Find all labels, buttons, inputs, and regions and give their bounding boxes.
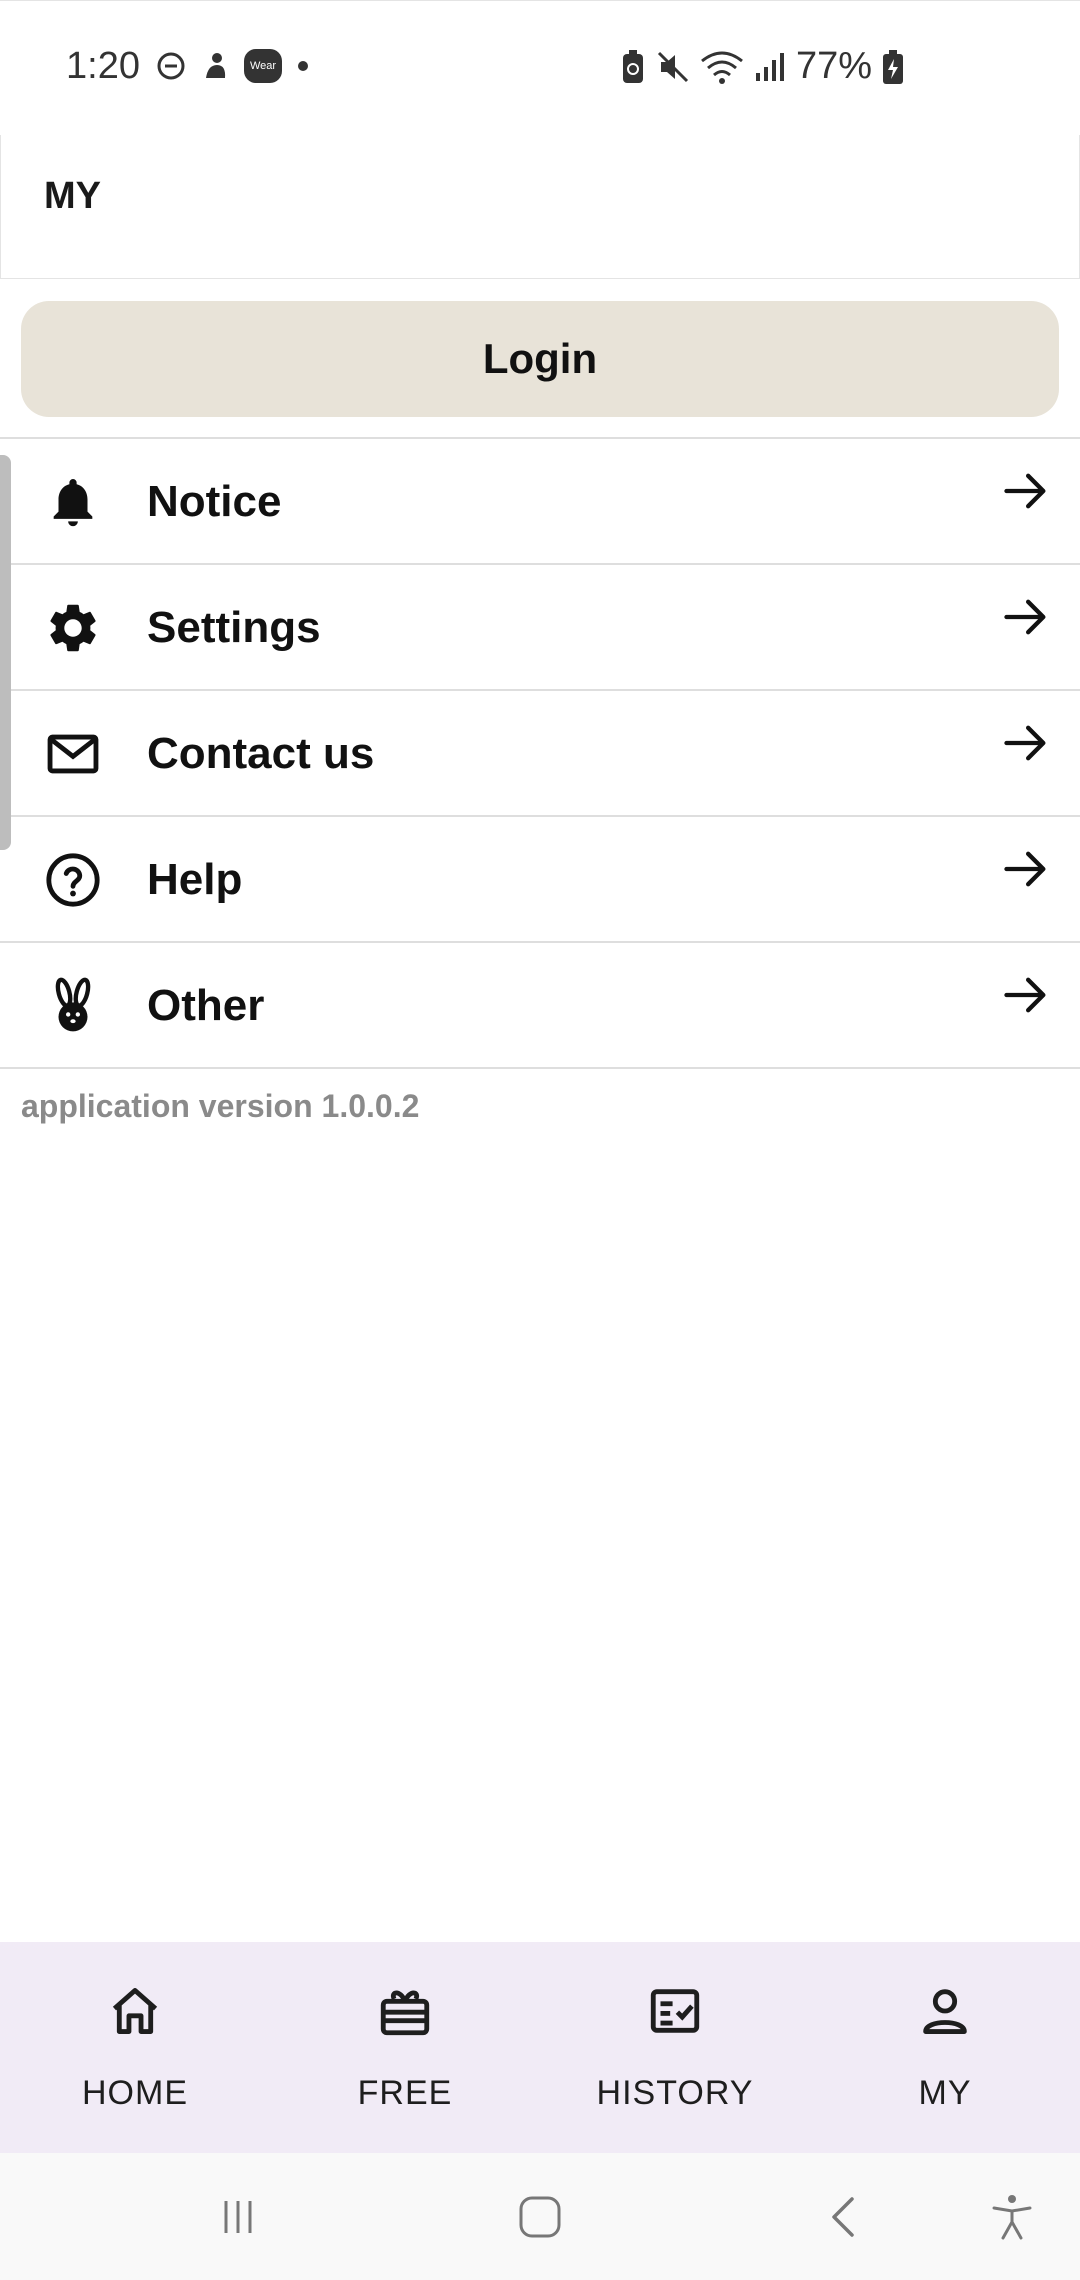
gift-icon bbox=[380, 1990, 430, 2036]
home-icon bbox=[112, 1988, 158, 2034]
menu-item-settings[interactable]: Settings bbox=[0, 565, 1080, 691]
mute-icon bbox=[657, 51, 688, 82]
menu-item-label: Settings bbox=[147, 603, 321, 652]
help-circle-icon bbox=[46, 853, 100, 907]
battery-percent: 77% bbox=[795, 45, 872, 87]
back-icon[interactable] bbox=[818, 2191, 870, 2243]
bottom-navigation: HOME FREE HISTORY MY bbox=[0, 1942, 1080, 2153]
signal-icon bbox=[755, 52, 784, 81]
arrow-right-icon bbox=[1004, 725, 1046, 761]
nav-label: FREE bbox=[357, 2074, 453, 2112]
accessibility-icon[interactable] bbox=[986, 2191, 1038, 2243]
rabbit-icon bbox=[55, 977, 91, 1032]
arrow-right-icon bbox=[1004, 473, 1046, 509]
wear-app-icon: Wear bbox=[244, 49, 282, 83]
menu-list: Notice Settings Contact us Help Other bbox=[0, 437, 1080, 1069]
menu-item-label: Contact us bbox=[147, 729, 375, 778]
menu-item-label: Other bbox=[147, 981, 265, 1030]
menu-item-notice[interactable]: Notice bbox=[0, 439, 1080, 565]
battery-saver-icon bbox=[622, 49, 643, 83]
nav-label: MY bbox=[918, 2074, 972, 2112]
scrollbar[interactable] bbox=[0, 455, 11, 850]
nav-tab-home[interactable]: HOME bbox=[0, 1942, 270, 2153]
person-icon bbox=[923, 1989, 967, 2034]
history-checklist-icon bbox=[650, 1989, 700, 2033]
recents-icon[interactable] bbox=[212, 2191, 264, 2243]
page-title: MY bbox=[44, 175, 101, 217]
menu-item-help[interactable]: Help bbox=[0, 817, 1080, 943]
status-right-icons: 77% bbox=[620, 45, 904, 88]
bell-icon bbox=[53, 479, 93, 527]
battery-charging-icon bbox=[883, 49, 903, 84]
arrow-right-icon bbox=[1004, 599, 1046, 635]
app-version-text: application version 1.0.0.2 bbox=[21, 1088, 420, 1124]
gear-icon bbox=[50, 604, 96, 652]
arrow-right-icon bbox=[1004, 851, 1046, 887]
menu-item-label: Help bbox=[147, 855, 243, 904]
nav-tab-free[interactable]: FREE bbox=[270, 1942, 540, 2153]
arrow-right-icon bbox=[1004, 977, 1046, 1013]
home-button-icon[interactable] bbox=[514, 2191, 566, 2243]
do-not-disturb-icon bbox=[157, 52, 185, 80]
nav-label: HISTORY bbox=[596, 2074, 754, 2112]
system-navigation-bar bbox=[0, 2153, 1080, 2280]
status-left-icons: Wear bbox=[156, 49, 310, 83]
menu-item-other[interactable]: Other bbox=[0, 943, 1080, 1069]
menu-item-contact-us[interactable]: Contact us bbox=[0, 691, 1080, 817]
menu-item-label: Notice bbox=[147, 477, 282, 526]
login-button[interactable]: Login bbox=[21, 301, 1059, 417]
nav-tab-my[interactable]: MY bbox=[810, 1942, 1080, 2153]
notification-dot-icon bbox=[298, 61, 308, 71]
nav-label: HOME bbox=[82, 2074, 188, 2112]
wear-badge-text: Wear bbox=[249, 60, 277, 72]
status-bar: 1:20 Wear 77% bbox=[0, 0, 1080, 136]
fitness-app-icon bbox=[206, 53, 226, 78]
mail-icon bbox=[47, 734, 99, 774]
app-header: MY bbox=[0, 135, 1080, 279]
wifi-icon bbox=[701, 51, 743, 84]
login-button-label: Login bbox=[482, 335, 598, 382]
nav-tab-history[interactable]: HISTORY bbox=[540, 1942, 810, 2153]
status-time: 1:20 bbox=[66, 45, 140, 87]
